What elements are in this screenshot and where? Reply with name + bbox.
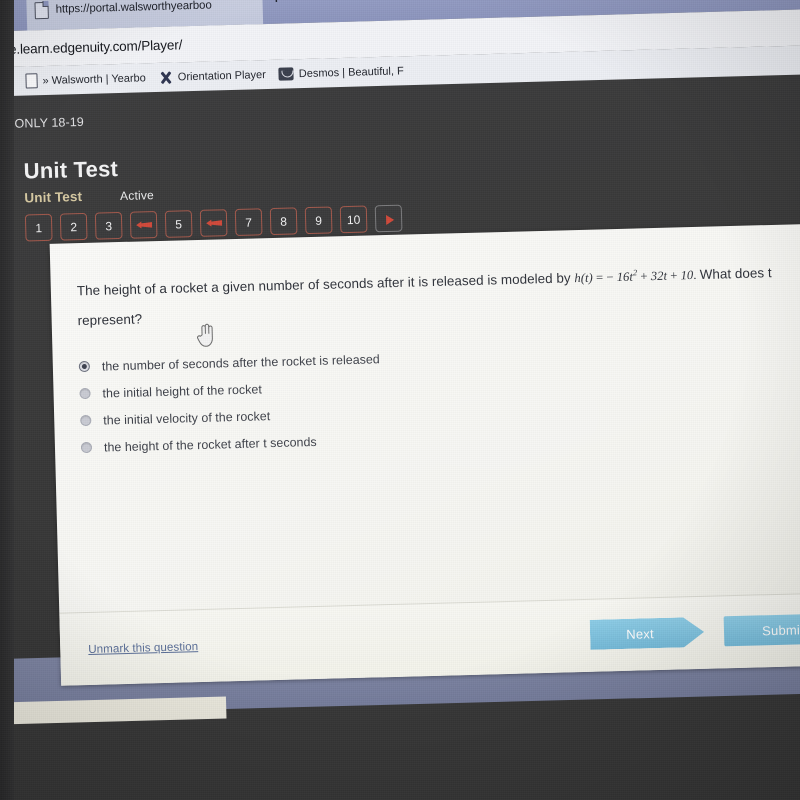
unmark-question-link[interactable]: Unmark this question xyxy=(88,640,198,656)
question-nav-button-8[interactable]: 8 xyxy=(269,207,298,236)
question-nav-button-1[interactable]: 1 xyxy=(24,213,53,242)
timer-value: 01:01 xyxy=(688,176,800,204)
question-formula: h(t) = − 16t2 + 32t + 10. xyxy=(574,268,697,286)
question-nav-button-6-flagged[interactable] xyxy=(199,209,228,237)
question-nav-next-arrow-button[interactable] xyxy=(374,204,403,233)
radio-button[interactable] xyxy=(79,387,91,400)
screen-photo: ‹ https://portal.walsworthyearboo ✕ + 9.… xyxy=(0,0,800,800)
submit-button[interactable]: Submit xyxy=(723,613,800,647)
page-title: Unit Test xyxy=(23,156,119,184)
question-nav-button-2[interactable]: 2 xyxy=(59,212,88,241)
answer-option-label: the initial height of the rocket xyxy=(102,381,263,401)
assignment-status-row: Unit Test Active xyxy=(24,187,154,205)
question-text-before: The height of a rocket a given number of… xyxy=(76,270,571,299)
document-icon xyxy=(25,73,38,89)
panel-footer: Unmark this question Next Submit xyxy=(59,592,800,686)
question-nav-button-3[interactable]: 3 xyxy=(94,211,123,240)
radio-button[interactable] xyxy=(80,441,93,454)
timer-label: TIME REM xyxy=(688,162,800,179)
desmos-icon xyxy=(278,67,294,81)
question-nav-button-9[interactable]: 9 xyxy=(304,206,333,235)
next-button[interactable]: Next xyxy=(590,617,705,650)
bookmark-label: Orientation Player xyxy=(177,68,266,83)
new-tab-icon[interactable]: + xyxy=(270,0,282,9)
question-nav-button-7[interactable]: 7 xyxy=(234,208,263,236)
question-panel: The height of a rocket a given number of… xyxy=(49,223,800,686)
bookmark-desmos[interactable]: Desmos | Beautiful, F xyxy=(278,64,404,81)
edgenuity-app: ecovery ONLY 18-19 Unit Test Unit Test A… xyxy=(0,83,800,706)
bookmark-walsworth[interactable]: » Walsworth | Yearbo xyxy=(25,70,146,89)
answer-options: the number of seconds after the rocket i… xyxy=(78,336,722,461)
bookmark-label: » Walsworth | Yearbo xyxy=(42,71,146,87)
radio-button-selected[interactable] xyxy=(78,360,91,373)
timer: TIME REM 01:01 xyxy=(688,162,800,204)
assignment-name: Unit Test xyxy=(24,188,83,206)
address-bar-url: 9.core.learn.edgenuity.com/Player/ xyxy=(0,36,183,58)
question-text-line2: represent? xyxy=(77,311,143,329)
question-nav-button-5[interactable]: 5 xyxy=(164,210,193,238)
answer-option-label: the height of the rocket after t seconds xyxy=(103,434,317,455)
answer-option-label: the number of seconds after the rocket i… xyxy=(101,351,380,374)
browser-tab-title: https://portal.walsworthyearboo xyxy=(55,0,212,16)
answer-option-label: the initial velocity of the rocket xyxy=(103,408,271,428)
question-prompt: The height of a rocket a given number of… xyxy=(76,255,787,337)
assignment-state: Active xyxy=(119,188,155,203)
question-nav-button-10[interactable]: 10 xyxy=(339,205,368,234)
bookmark-orientation-player[interactable]: Orientation Player xyxy=(159,68,266,85)
question-nav-button-4-flagged[interactable] xyxy=(129,211,158,239)
radio-button[interactable] xyxy=(80,414,92,427)
bookmark-label: Desmos | Beautiful, F xyxy=(298,64,404,80)
page-favicon-icon xyxy=(34,1,49,19)
screen-left-edge xyxy=(0,0,14,800)
red-x-icon xyxy=(159,70,173,84)
question-text-after: What does t xyxy=(699,265,772,283)
